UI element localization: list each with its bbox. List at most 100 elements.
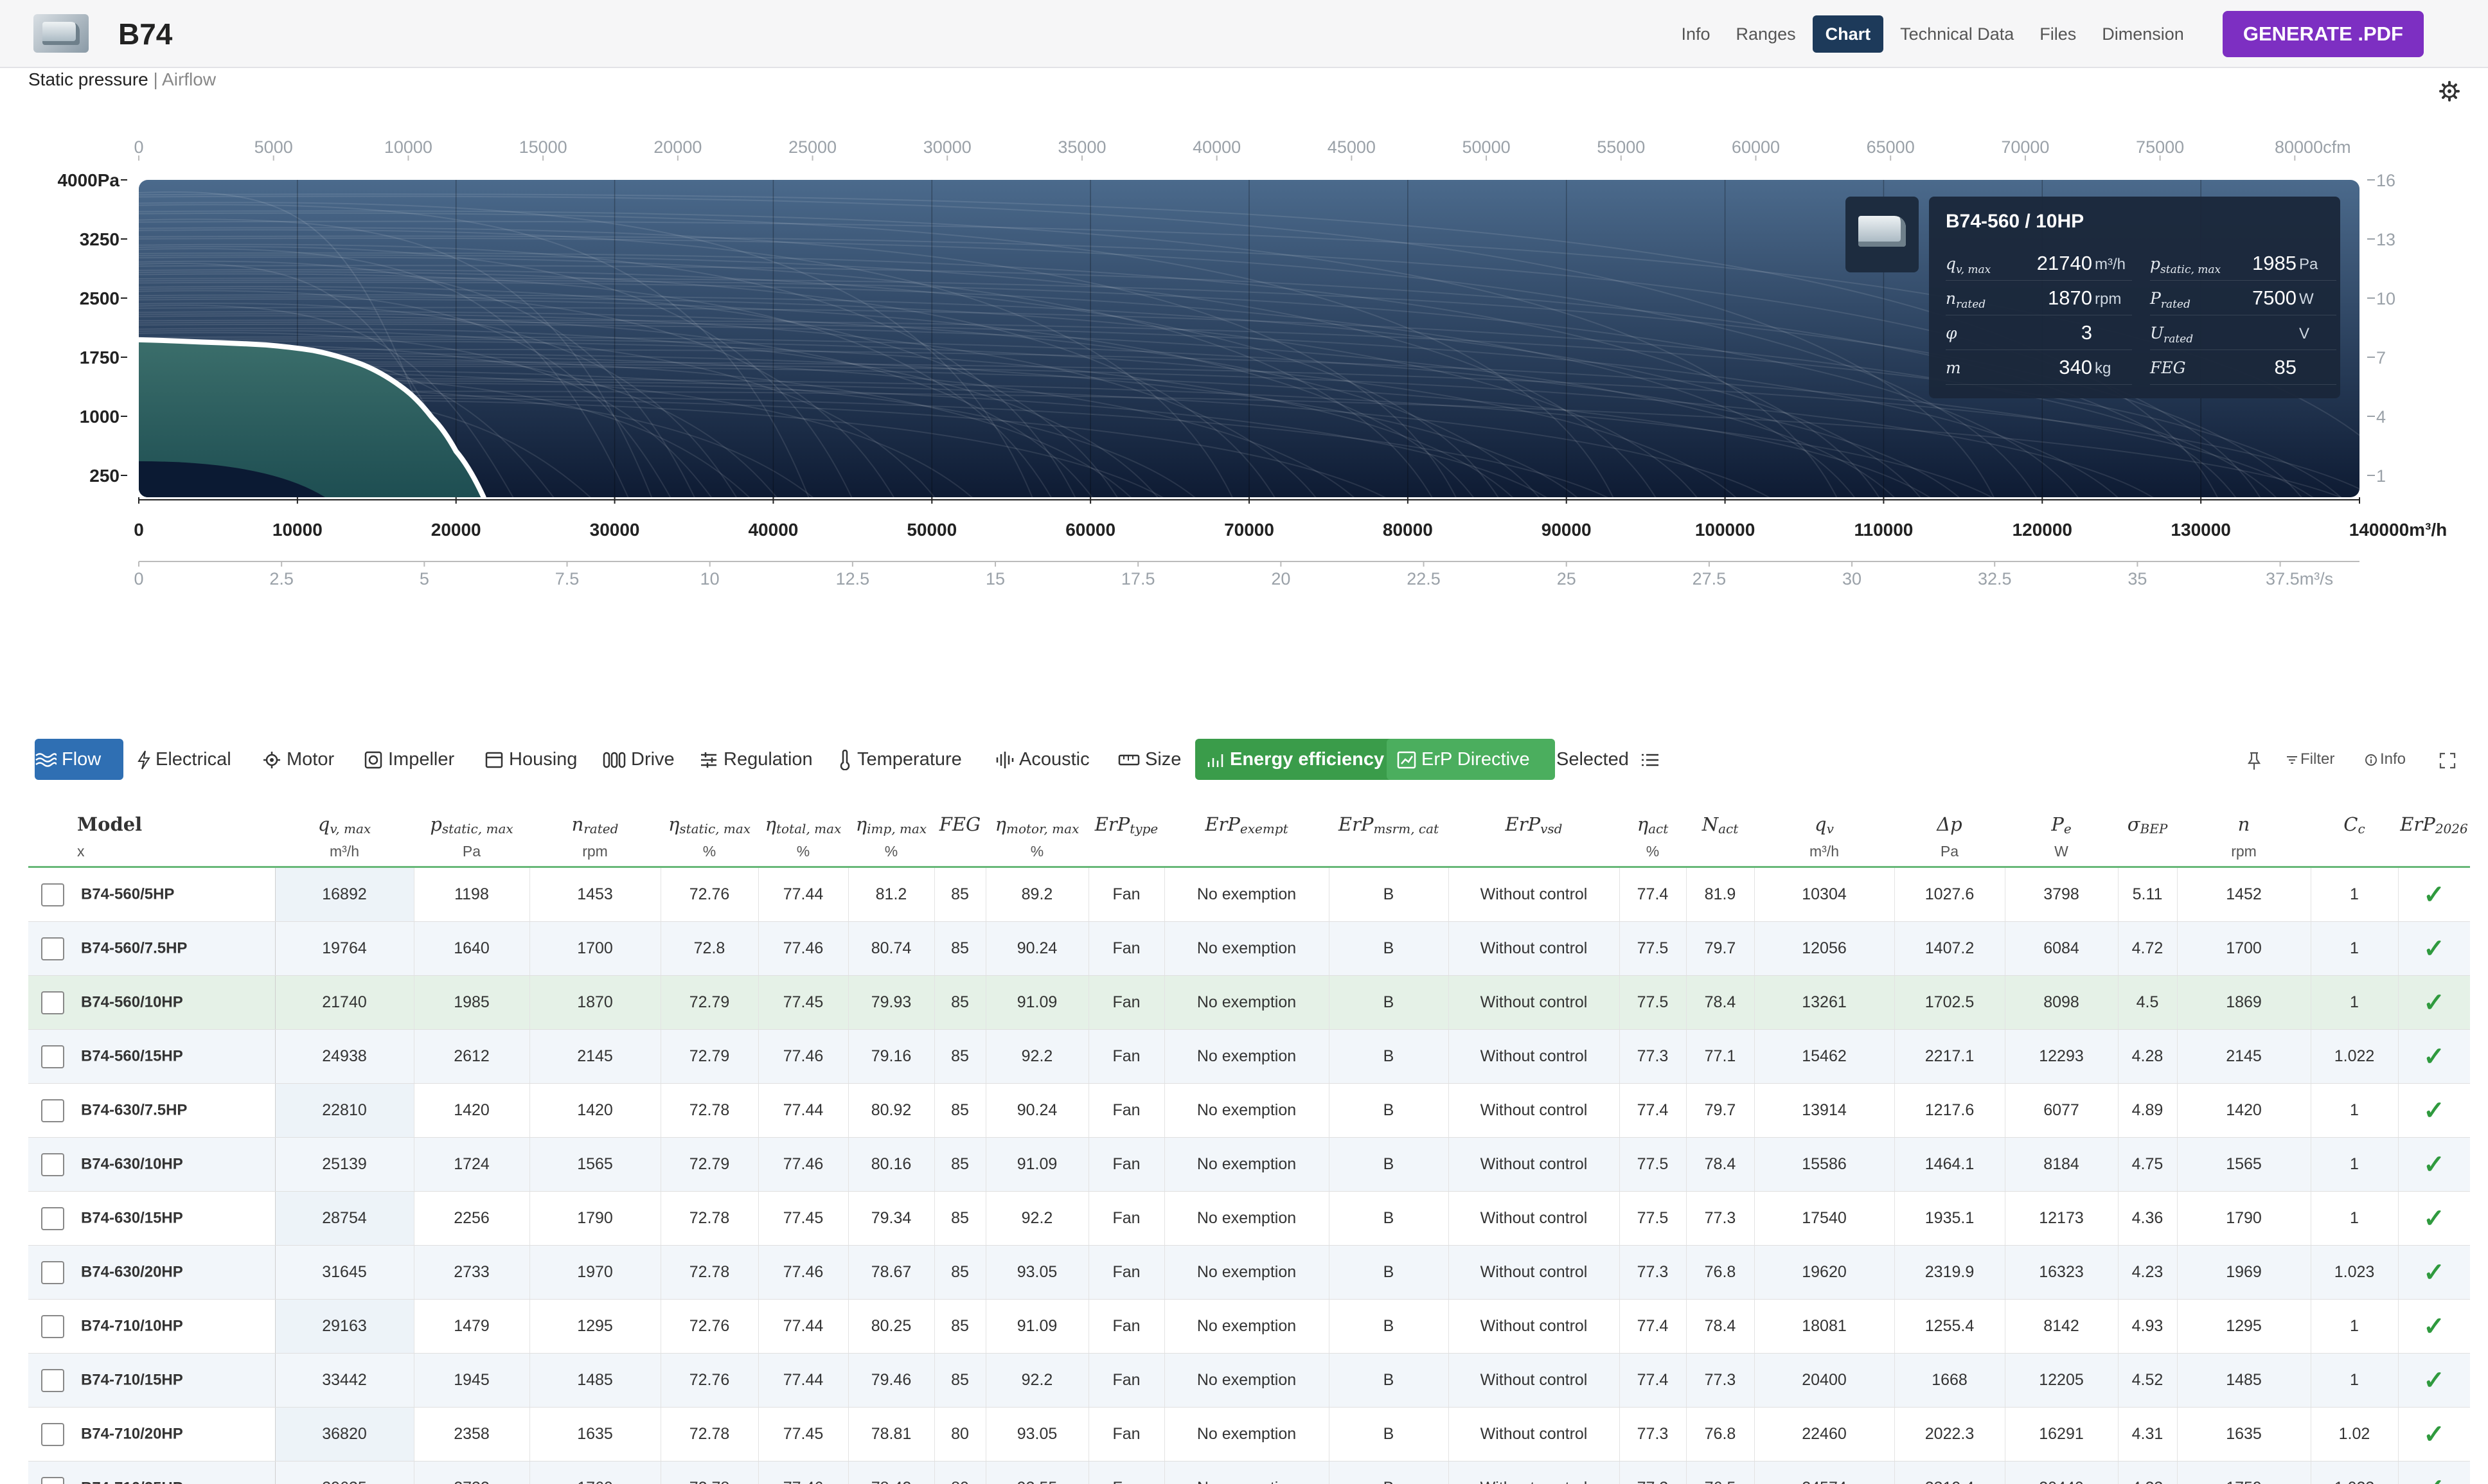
gear-icon[interactable] [2439, 81, 2460, 102]
column-header[interactable]: ErPtype [1088, 794, 1164, 836]
row-checkbox[interactable] [41, 1314, 64, 1338]
ms-tick-label: 20 [1271, 569, 1290, 588]
row-checkbox[interactable] [41, 991, 64, 1014]
table-cell: 79.7 [1686, 1083, 1755, 1138]
column-header[interactable]: ηmotor, max [986, 794, 1088, 836]
table-cell: 6084 [2005, 921, 2119, 976]
row-checkbox[interactable] [41, 883, 64, 906]
nav-ranges[interactable]: Ranges [1723, 15, 1809, 53]
column-header[interactable]: n [2177, 794, 2311, 836]
table-cell: 4.31 [2118, 1407, 2178, 1462]
column-header[interactable]: qv, max [275, 794, 414, 836]
table-row[interactable]: B74-630/10HP 25139 1724 1565 72.79 77.46 80.16… [28, 1137, 2470, 1192]
column-header[interactable]: ErPexempt [1164, 794, 1329, 836]
row-checkbox[interactable] [41, 1045, 64, 1068]
column-header[interactable]: Cc [2311, 794, 2398, 836]
product-thumbnail [33, 14, 89, 53]
column-header[interactable]: Pe [2005, 794, 2118, 836]
table-cell: 1565 [529, 1137, 661, 1192]
table-row[interactable]: B74-630/7.5HP 22810 1420 1420 72.78 77.44 80.9… [28, 1083, 2470, 1138]
tab-temperature[interactable]: Temperature [838, 739, 962, 780]
column-unit [2118, 836, 2177, 868]
nav-files[interactable]: Files [2027, 15, 2089, 53]
row-checkbox[interactable] [41, 937, 64, 960]
column-header[interactable]: Nact [1686, 794, 1754, 836]
tab-electrical[interactable]: Electrical [138, 739, 231, 780]
table-row[interactable]: B74-630/15HP 28754 2256 1790 72.78 77.45 79.34… [28, 1191, 2470, 1246]
tab-erp-directive[interactable]: ErP Directive [1387, 739, 1555, 780]
tab-flow[interactable]: Flow [35, 739, 123, 780]
column-header[interactable]: σBEP [2118, 794, 2177, 836]
table-cell: Without control [1448, 975, 1620, 1030]
nav-technical-data[interactable]: Technical Data [1887, 15, 2027, 53]
filter-button[interactable]: Filter [2286, 739, 2334, 780]
column-header[interactable]: ErPmsrm, cat [1329, 794, 1448, 836]
column-header[interactable]: ErP2026 [2398, 794, 2470, 836]
nav-dimension[interactable]: Dimension [2089, 15, 2197, 53]
info-button[interactable]: Info [2365, 739, 2406, 780]
card-row: m 340 kg [1946, 351, 2132, 385]
tab-motor[interactable]: Motor [262, 739, 334, 780]
table-cell: 1453 [529, 867, 661, 922]
ms-tick-label: 0 [134, 569, 143, 588]
column-header[interactable]: Model [28, 794, 275, 836]
table-row[interactable]: B74-560/5HP 16892 1198 1453 72.76 77.44 81.2 85… [28, 867, 2470, 922]
column-header[interactable]: nrated [529, 794, 661, 836]
breadcrumb-airflow[interactable]: Airflow [162, 69, 216, 89]
table-cell: 3798 [2005, 867, 2119, 922]
fullscreen-icon[interactable] [2439, 752, 2456, 770]
table-row[interactable]: B74-710/20HP 36820 2358 1635 72.78 77.45 78.81… [28, 1407, 2470, 1462]
table-cell: 8184 [2005, 1137, 2119, 1192]
table-row[interactable]: B74-560/7.5HP 19764 1640 1700 72.8 77.46 80.74… [28, 921, 2470, 976]
column-header[interactable]: pstatic, max [414, 794, 529, 836]
column-header[interactable]: ηtotal, max [758, 794, 848, 836]
tab-acoustic[interactable]: Acoustic [995, 739, 1090, 780]
card-label: Urated [2150, 324, 2194, 346]
row-checkbox[interactable] [41, 1099, 64, 1122]
generate-pdf-button[interactable]: GENERATE .PDF [2222, 11, 2424, 57]
table-row[interactable]: B74-630/20HP 31645 2733 1970 72.78 77.46 78.67… [28, 1245, 2470, 1300]
table-row[interactable]: B74-710/10HP 29163 1479 1295 72.76 77.44 80.25… [28, 1299, 2470, 1354]
tab-size[interactable]: Size [1118, 739, 1181, 780]
table-row[interactable]: B74-710/25HP 396352732176072.7877.4678.42… [28, 1461, 2470, 1484]
tab-regulation[interactable]: Regulation [699, 739, 813, 780]
table-row[interactable]: B74-560/10HP 21740 1985 1870 72.79 77.45 79.93… [28, 975, 2470, 1030]
row-checkbox[interactable] [41, 1260, 64, 1284]
column-header[interactable]: FEG [934, 794, 986, 836]
table-row[interactable]: B74-710/15HP 33442 1945 1485 72.76 77.44 79.46… [28, 1353, 2470, 1408]
pin-icon[interactable] [2248, 752, 2261, 771]
row-checkbox[interactable] [41, 1476, 64, 1484]
column-header[interactable]: ηstatic, max [661, 794, 758, 836]
top-tick-label: 0 [134, 137, 143, 157]
column-header[interactable]: Δp [1894, 794, 2005, 836]
tab-housing[interactable]: Housing [484, 739, 577, 780]
x-tick-label: 20000 [431, 520, 481, 540]
tab-drive[interactable]: Drive [603, 739, 675, 780]
table-cell: B [1329, 1461, 1449, 1484]
row-checkbox[interactable] [41, 1206, 64, 1230]
column-header[interactable]: ErPvsd [1448, 794, 1619, 836]
ms-tick-label: 32.5 [1978, 569, 2012, 588]
table-cell: ✓ [2398, 1407, 2470, 1462]
nav-info[interactable]: Info [1669, 15, 1723, 53]
check-icon: ✓ [2423, 1312, 2445, 1341]
table-cell: No exemption [1164, 921, 1329, 976]
row-checkbox[interactable] [41, 1422, 64, 1446]
row-checkbox[interactable] [41, 1368, 64, 1392]
tab-selected[interactable]: Selected [1556, 739, 1660, 780]
tab-energy-efficiency[interactable]: Energy efficiency [1195, 739, 1396, 780]
table-cell: Without control [1448, 1029, 1620, 1084]
table-cell: 85 [934, 921, 986, 976]
tab-impeller[interactable]: Impeller [364, 739, 454, 780]
column-header[interactable]: qv [1754, 794, 1894, 836]
table-row[interactable]: B74-560/15HP 24938 2612 2145 72.79 77.46 79.16… [28, 1029, 2470, 1084]
nav-chart[interactable]: Chart [1812, 15, 1884, 53]
table-cell: 76.8 [1686, 1245, 1755, 1300]
table-cell: 1 [2311, 1353, 2399, 1408]
breadcrumb-static-pressure[interactable]: Static pressure [28, 69, 148, 89]
column-header[interactable]: ηact [1619, 794, 1686, 836]
table-cell: 1452 [2177, 867, 2311, 922]
row-checkbox[interactable] [41, 1153, 64, 1176]
column-header[interactable]: ηimp, max [848, 794, 934, 836]
model-name: B74-630/10HP [81, 1154, 183, 1172]
